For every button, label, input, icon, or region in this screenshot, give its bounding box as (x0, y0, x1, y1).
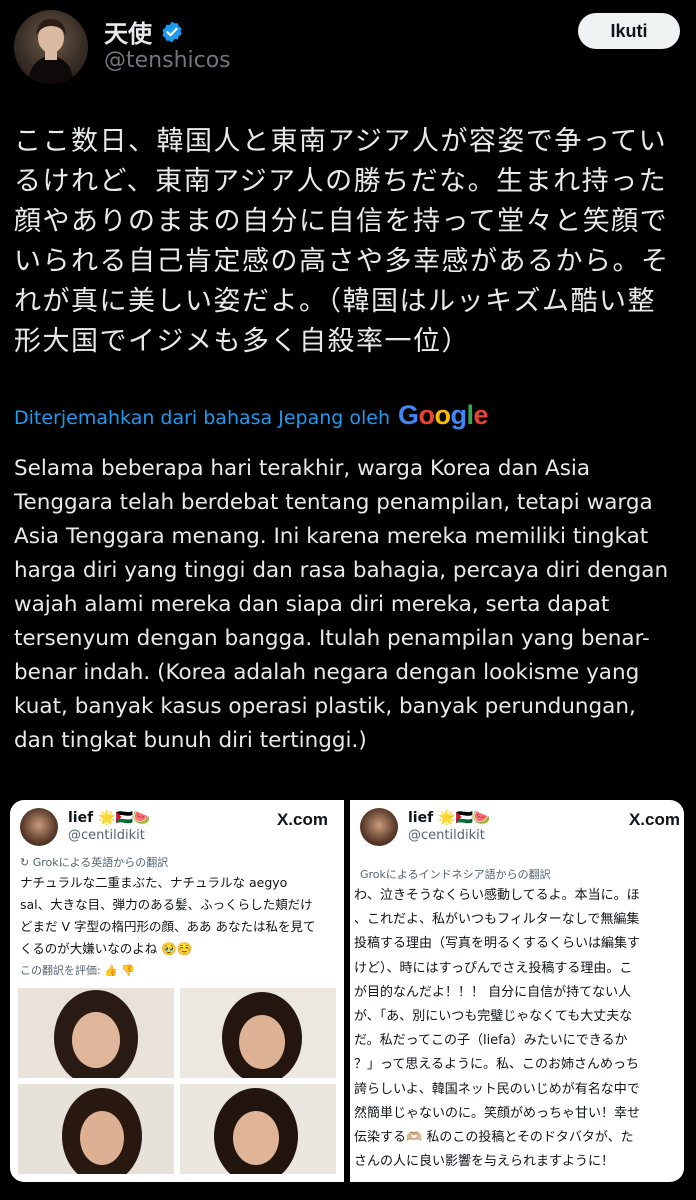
embedded-post-text: ナチュラルな二重まぶた、ナチュラルな aegyo sal、大きな目、弾力のある髪… (20, 872, 315, 960)
google-logo: Google (398, 400, 489, 431)
embedded-line: が目的なんだよ！！！ 自分に自信が持てない人 (354, 984, 632, 1000)
post-header: 天使 @tenshicos Ikuti (0, 0, 696, 90)
embedded-line: 誇らしいよ、韓国ネット民のいじめが有名な中で (354, 1081, 640, 1097)
xcom-brand: X.com (276, 810, 328, 829)
embedded-line: どまだ V 字型の楕円形の顔、ああ あなたは私を見て (20, 919, 316, 934)
embedded-display-name: lief 🌟🇵🇸🍉 (408, 810, 491, 826)
verified-badge-icon (162, 21, 182, 42)
translation-attribution[interactable]: Diterjemahkan dari bahasa Jepang oleh Go… (14, 400, 489, 431)
google-logo-l: l (466, 400, 475, 430)
google-logo-g2: g (450, 400, 468, 430)
embedded-line: が、「あ、別にいつも完璧じゃなくても大丈夫な (354, 1009, 633, 1025)
embedded-translation-note-text: Grokによる英語からの翻訳 (32, 856, 169, 869)
embedded-translation-note: ↻ Grokによる英語からの翻訳 (20, 856, 169, 869)
thumbs-up-icon: 👍 (104, 964, 118, 977)
embedded-handle: @centildikit (408, 828, 485, 843)
google-logo-o1: o (418, 400, 436, 430)
display-name[interactable]: 天使 (104, 14, 152, 49)
follow-button[interactable]: Ikuti (578, 13, 680, 49)
embedded-line: だ。私だってこの子（liefa）みたいにできるか (354, 1033, 628, 1049)
embedded-line: sal、大きな目、弾力のある髪、ふっくらした頬だけ (20, 897, 313, 912)
photo-4 (180, 1084, 336, 1174)
embedded-avatar (360, 808, 398, 846)
embedded-line: くるのが大嫌いなのよね 🥹☺️ (20, 941, 193, 956)
thumbs-down-icon: 👎 (121, 964, 136, 977)
embedded-line: さんの人に良い影響を与えられますように！ (354, 1154, 615, 1170)
embedded-line: けど）、時にはすっぴんでさえ投稿する理由。こ (354, 960, 633, 976)
embedded-line: ？」って思えるように。私、このお姉さんめっち (354, 1057, 639, 1073)
google-logo-g: G (398, 400, 419, 430)
embedded-line: ナチュラルな二重まぶた、ナチュラルな aegyo (20, 875, 288, 890)
embedded-display-name: lief 🌟🇵🇸🍉 (68, 810, 151, 826)
photo-1 (18, 988, 174, 1078)
post-translated-text: Selama beberapa hari terakhir, warga Kor… (14, 456, 669, 753)
xcom-brand: X.com (628, 810, 680, 829)
embedded-line: 投稿する理由（写真を明るくするくらいは編集す (354, 936, 641, 952)
user-handle[interactable]: @tenshicos (104, 48, 231, 73)
media-image-right[interactable]: lief 🌟🇵🇸🍉 @centildikit X.com Grokによるインドネ… (350, 800, 684, 1182)
embedded-rating: この翻訳を評価: 👍 👎 (20, 962, 135, 978)
embedded-post-text: わ、泣きそうなくらい感動してるよ。本当に。ほ 、これだよ、私がいつもフィルターな… (354, 884, 640, 1174)
photo-2 (180, 988, 336, 1078)
post-original-text: ここ数日、韓国人と東南アジア人が容姿で争っているけれど、東南アジア人の勝ちだな。… (14, 126, 670, 357)
photo-3 (18, 1084, 174, 1174)
avatar-image (28, 18, 74, 84)
embedded-line: 伝染する🫶🏼 私のこの投稿とそのドタバタが、た (354, 1130, 634, 1146)
media-image-left[interactable]: lief 🌟🇵🇸🍉 @centildikit X.com ↻ Grokによる英語… (10, 800, 344, 1182)
avatar[interactable] (14, 10, 88, 84)
embedded-line: 、これだよ、私がいつもフィルターなしで無編集 (354, 912, 640, 928)
google-logo-o2: o (434, 400, 452, 430)
embedded-avatar (20, 808, 58, 846)
embedded-line: わ、泣きそうなくらい感動してるよ。本当に。ほ (354, 888, 640, 903)
embedded-line: 然簡単じゃないのに。笑顔がめっちゃ甘い！幸せ (354, 1105, 641, 1121)
translation-label[interactable]: Diterjemahkan dari bahasa Jepang oleh (14, 407, 390, 429)
embedded-rating-label: この翻訳を評価: (20, 964, 101, 977)
embedded-handle: @centildikit (68, 828, 145, 843)
google-logo-e: e (473, 400, 489, 430)
embedded-translation-note: Grokによるインドネシア語からの翻訳 (360, 868, 551, 881)
